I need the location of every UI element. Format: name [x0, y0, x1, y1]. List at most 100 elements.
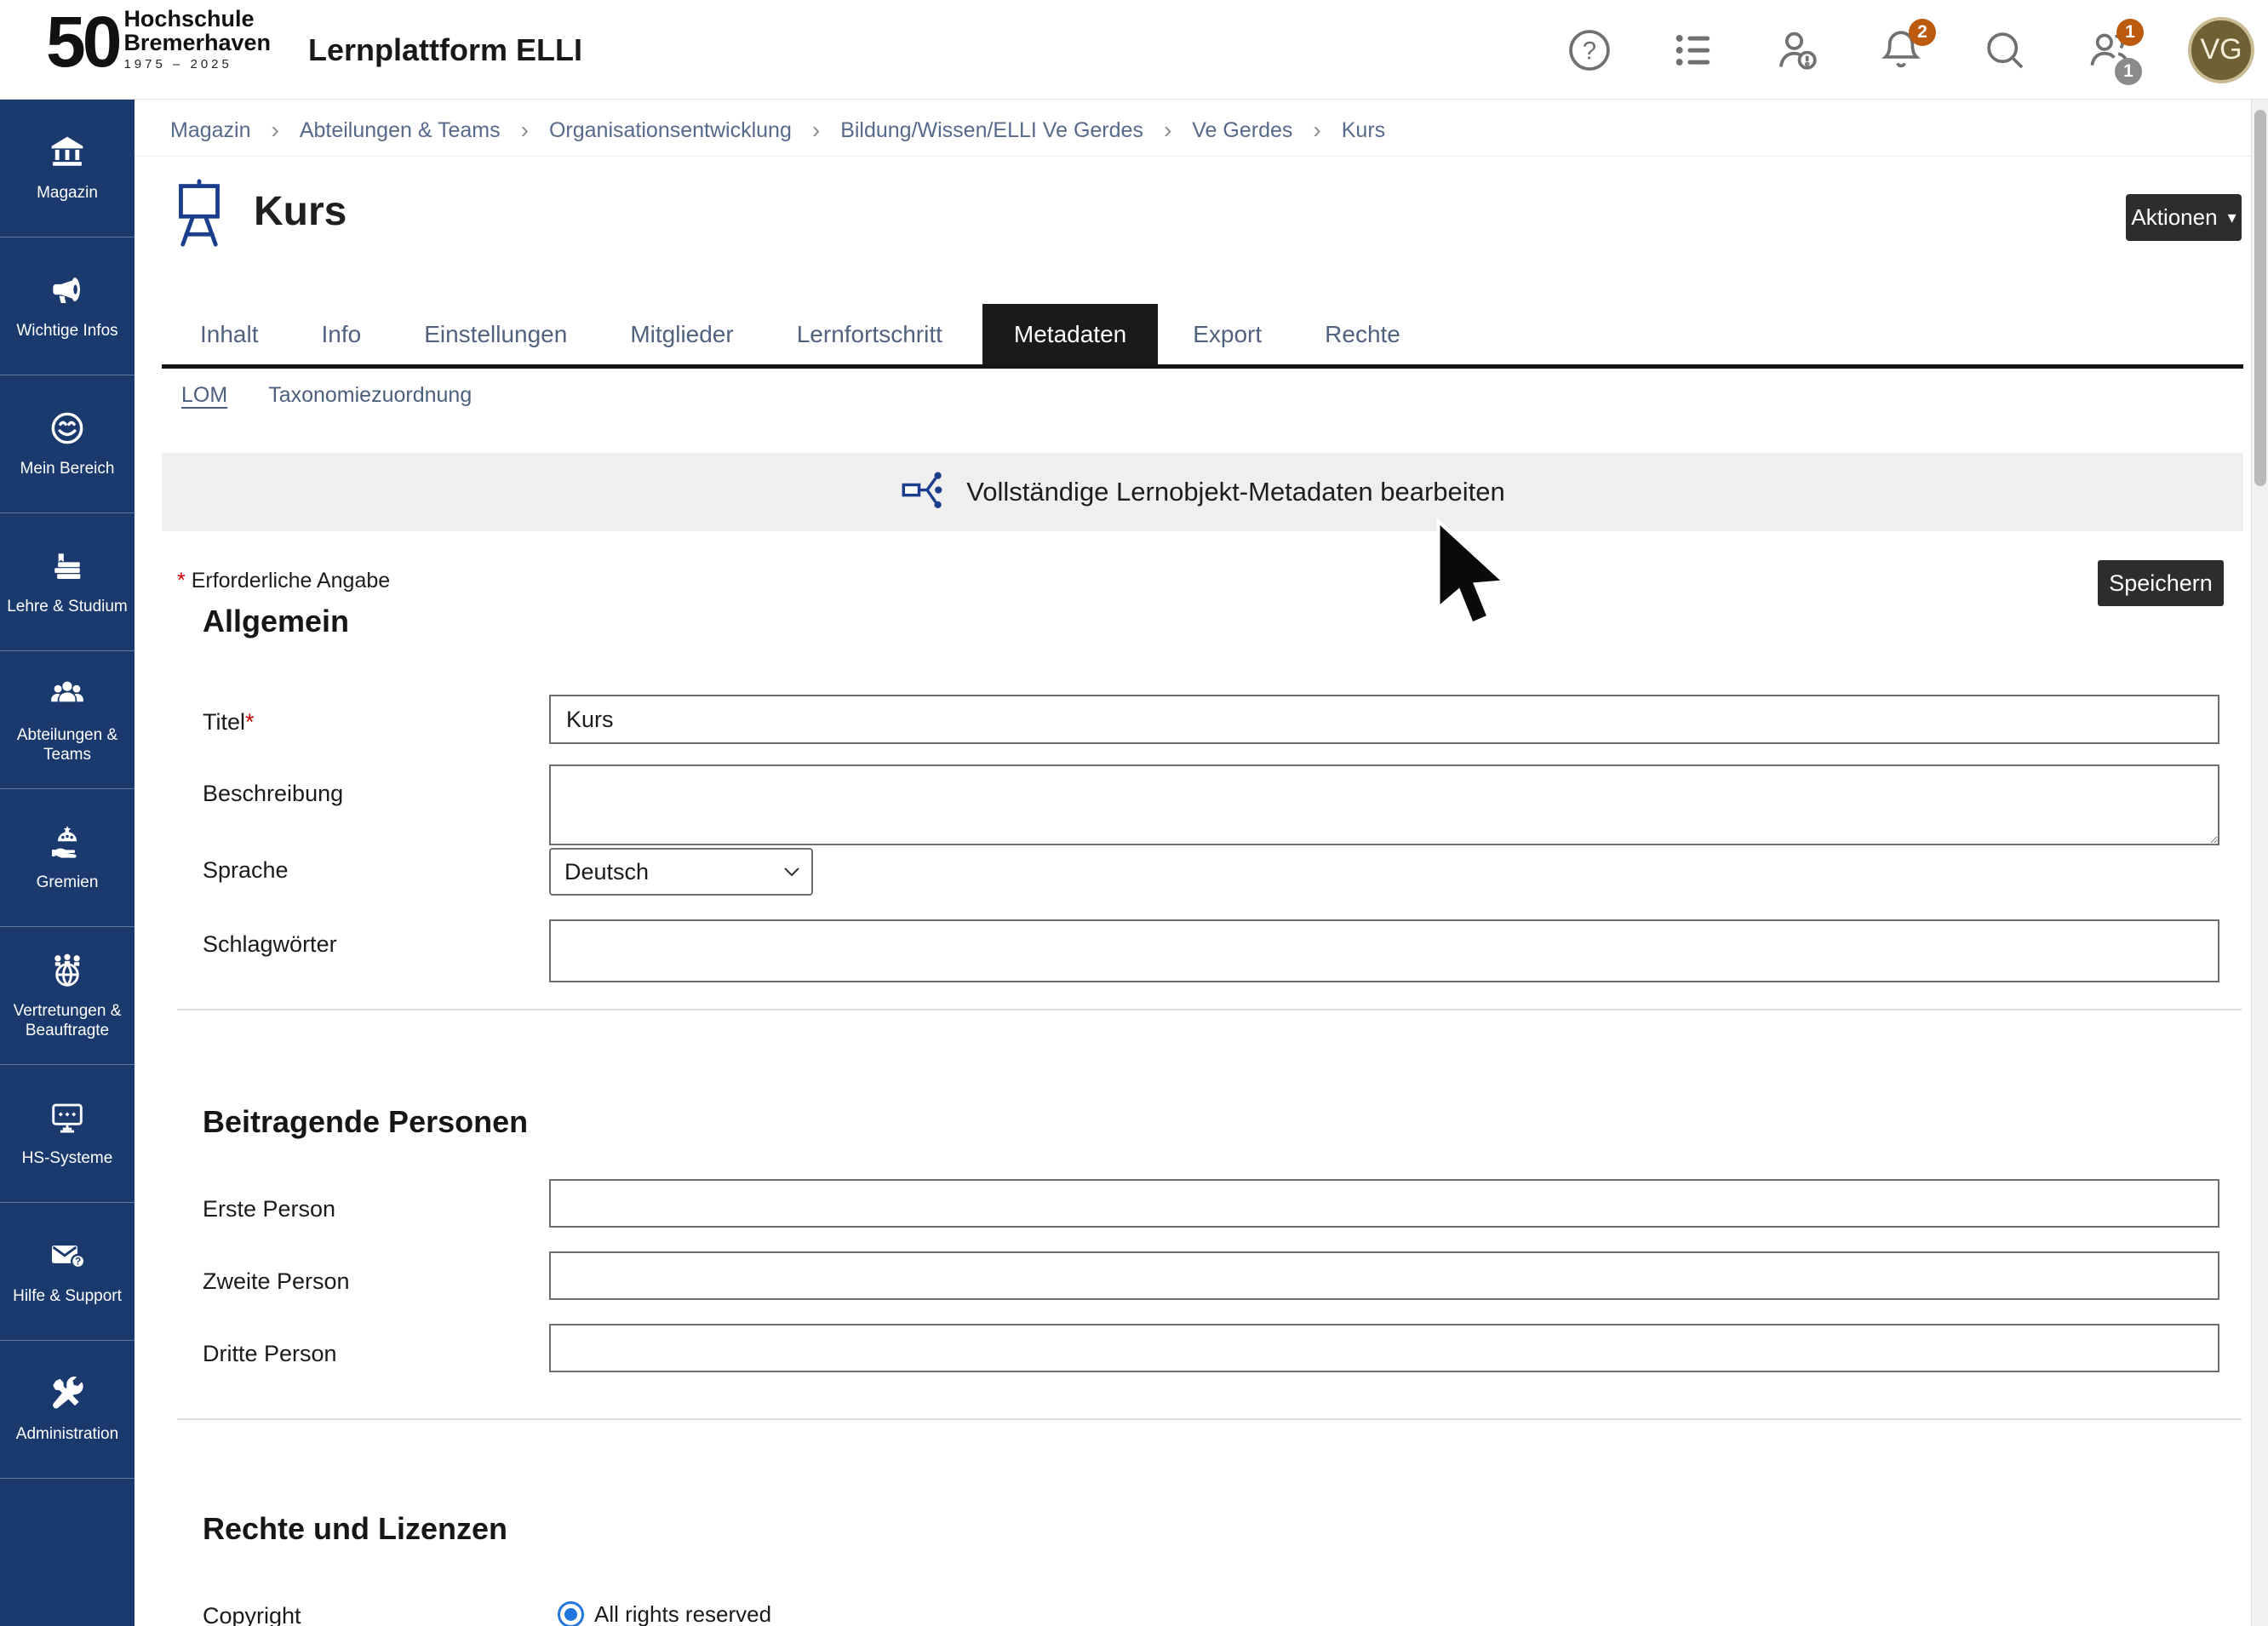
tab-inhalt[interactable]: Inhalt [177, 304, 282, 364]
required-asterisk: * [245, 709, 255, 735]
mail-help-icon: ? [48, 1236, 87, 1280]
main-content: Magazin › Abteilungen & Teams › Organisa… [135, 100, 2251, 1626]
language-label: Sprache [203, 857, 289, 884]
sidebar-item-label: Vertretungen & Beauftragte [0, 1002, 135, 1040]
sidebar: Magazin Wichtige Infos Mein Bereich Lehr… [0, 100, 135, 1626]
tab-info[interactable]: Info [299, 304, 385, 364]
tab-rechte[interactable]: Rechte [1302, 304, 1423, 364]
sidebar-item-hs-systeme[interactable]: HS-Systeme [0, 1065, 135, 1203]
books-icon [48, 547, 87, 590]
copyright-option-label: All rights reserved [594, 1601, 771, 1626]
app-title: Lernplattform ELLI [308, 32, 582, 68]
monitor-icon [48, 1098, 87, 1142]
people-group-icon [48, 675, 87, 719]
language-select-wrap: Deutsch [549, 848, 813, 896]
contacts-badge-secondary: 1 [2115, 58, 2142, 85]
tab-mitglieder[interactable]: Mitglieder [607, 304, 756, 364]
breadcrumb-item[interactable]: Bildung/Wissen/ELLI Ve Gerdes [840, 118, 1143, 143]
section-divider [177, 1009, 2242, 1011]
tools-icon [48, 1374, 87, 1417]
tab-metadaten[interactable]: Metadaten [982, 304, 1158, 364]
tab-underline [162, 364, 2243, 369]
section-heading-beitragende: Beitragende Personen [203, 1104, 528, 1140]
sidebar-item-label: Mein Bereich [16, 460, 119, 478]
sidebar-item-administration[interactable]: Administration [0, 1341, 135, 1479]
keywords-input[interactable] [549, 919, 2219, 982]
metadata-network-icon [900, 468, 949, 517]
copyright-label: Copyright [203, 1603, 301, 1626]
third-person-label: Dritte Person [203, 1341, 337, 1367]
sidebar-item-label: Lehre & Studium [3, 598, 132, 616]
sidebar-item-gremien[interactable]: Gremien [0, 789, 135, 927]
scrollbar-thumb[interactable] [2254, 110, 2266, 486]
avatar[interactable]: VG [2188, 17, 2254, 83]
bank-icon [48, 133, 87, 176]
contacts-icon[interactable]: 1 1 [2084, 26, 2133, 75]
breadcrumb-separator: › [1313, 117, 1320, 144]
logo-years: 1975 – 2025 [123, 57, 271, 72]
committee-icon [48, 822, 87, 866]
description-label: Beschreibung [203, 781, 343, 807]
required-asterisk: * [177, 569, 186, 593]
first-person-label: Erste Person [203, 1196, 335, 1222]
sidebar-item-mein-bereich[interactable]: Mein Bereich [0, 375, 135, 513]
sidebar-item-label: Abteilungen & Teams [0, 726, 135, 764]
page-title: Kurs [254, 188, 346, 235]
banner-label: Vollständige Lernobjekt-Metadaten bearbe… [966, 477, 1505, 507]
breadcrumb-item[interactable]: Magazin [170, 118, 251, 143]
sidebar-item-label: Administration [12, 1425, 123, 1444]
actions-button[interactable]: Aktionen ▾ [2126, 194, 2242, 241]
breadcrumb-item[interactable]: Ve Gerdes [1192, 118, 1292, 143]
contacts-badge: 1 [2116, 19, 2144, 46]
sidebar-item-abteilungen-teams[interactable]: Abteilungen & Teams [0, 651, 135, 789]
help-icon[interactable]: ? [1565, 26, 1614, 75]
title-input[interactable] [549, 695, 2219, 744]
second-person-input[interactable] [549, 1251, 2219, 1300]
tab-export[interactable]: Export [1170, 304, 1285, 364]
save-button[interactable]: Speichern [2098, 560, 2224, 606]
section-heading-allgemein: Allgemein [203, 604, 349, 639]
breadcrumb-item[interactable]: Kurs [1342, 118, 1385, 143]
breadcrumb-item[interactable]: Abteilungen & Teams [300, 118, 501, 143]
todo-list-icon[interactable] [1669, 26, 1718, 75]
notifications-icon[interactable]: 2 [1876, 26, 1926, 75]
third-person-input[interactable] [549, 1324, 2219, 1372]
section-heading-rechte: Rechte und Lizenzen [203, 1511, 507, 1547]
subtab-taxonomiezuordnung[interactable]: Taxonomiezuordnung [268, 383, 472, 408]
sidebar-item-magazin[interactable]: Magazin [0, 100, 135, 238]
top-bar: 50 Hochschule Bremerhaven 1975 – 2025 Le… [0, 0, 2268, 100]
copyright-radio[interactable] [558, 1601, 584, 1626]
copyright-radio-row: All rights reserved [558, 1601, 771, 1626]
user-status-icon[interactable] [1773, 26, 1822, 75]
sidebar-item-lehre-studium[interactable]: Lehre & Studium [0, 513, 135, 651]
logo-50-number: 50 [46, 9, 118, 77]
notifications-badge: 2 [1909, 19, 1936, 46]
description-textarea[interactable] [549, 764, 2219, 845]
title-label: Titel* [203, 709, 255, 736]
tab-lernfortschritt[interactable]: Lernfortschritt [774, 304, 965, 364]
subtab-lom[interactable]: LOM [181, 383, 227, 408]
tab-einstellungen[interactable]: Einstellungen [401, 304, 590, 364]
search-icon[interactable] [1980, 26, 2030, 75]
course-easel-icon [170, 178, 228, 255]
sidebar-item-label: HS-Systeme [18, 1149, 117, 1168]
section-divider [177, 1418, 2242, 1420]
required-note: * Erforderliche Angabe [177, 569, 390, 593]
tab-bar: Inhalt Info Einstellungen Mitglieder Ler… [177, 304, 1440, 364]
sidebar-item-vertretungen[interactable]: Vertretungen & Beauftragte [0, 927, 135, 1065]
language-select[interactable]: Deutsch [549, 848, 813, 896]
first-person-input[interactable] [549, 1179, 2219, 1228]
sidebar-item-wichtige-infos[interactable]: Wichtige Infos [0, 238, 135, 375]
caret-down-icon: ▾ [2228, 207, 2236, 228]
logo-name-line2: Bremerhaven [123, 31, 271, 54]
breadcrumb-item[interactable]: Organisationsentwicklung [549, 118, 792, 143]
breadcrumb-separator: › [812, 117, 820, 144]
university-logo[interactable]: 50 Hochschule Bremerhaven 1975 – 2025 [46, 7, 271, 77]
scrollbar-track[interactable] [2251, 100, 2268, 1626]
sidebar-item-label: Wichtige Infos [12, 322, 122, 341]
sidebar-item-hilfe-support[interactable]: ? Hilfe & Support [0, 1203, 135, 1341]
second-person-label: Zweite Person [203, 1268, 350, 1295]
logo-name-line1: Hochschule [123, 7, 271, 31]
edit-full-metadata-banner[interactable]: Vollständige Lernobjekt-Metadaten bearbe… [162, 453, 2243, 531]
breadcrumb: Magazin › Abteilungen & Teams › Organisa… [170, 117, 1385, 144]
